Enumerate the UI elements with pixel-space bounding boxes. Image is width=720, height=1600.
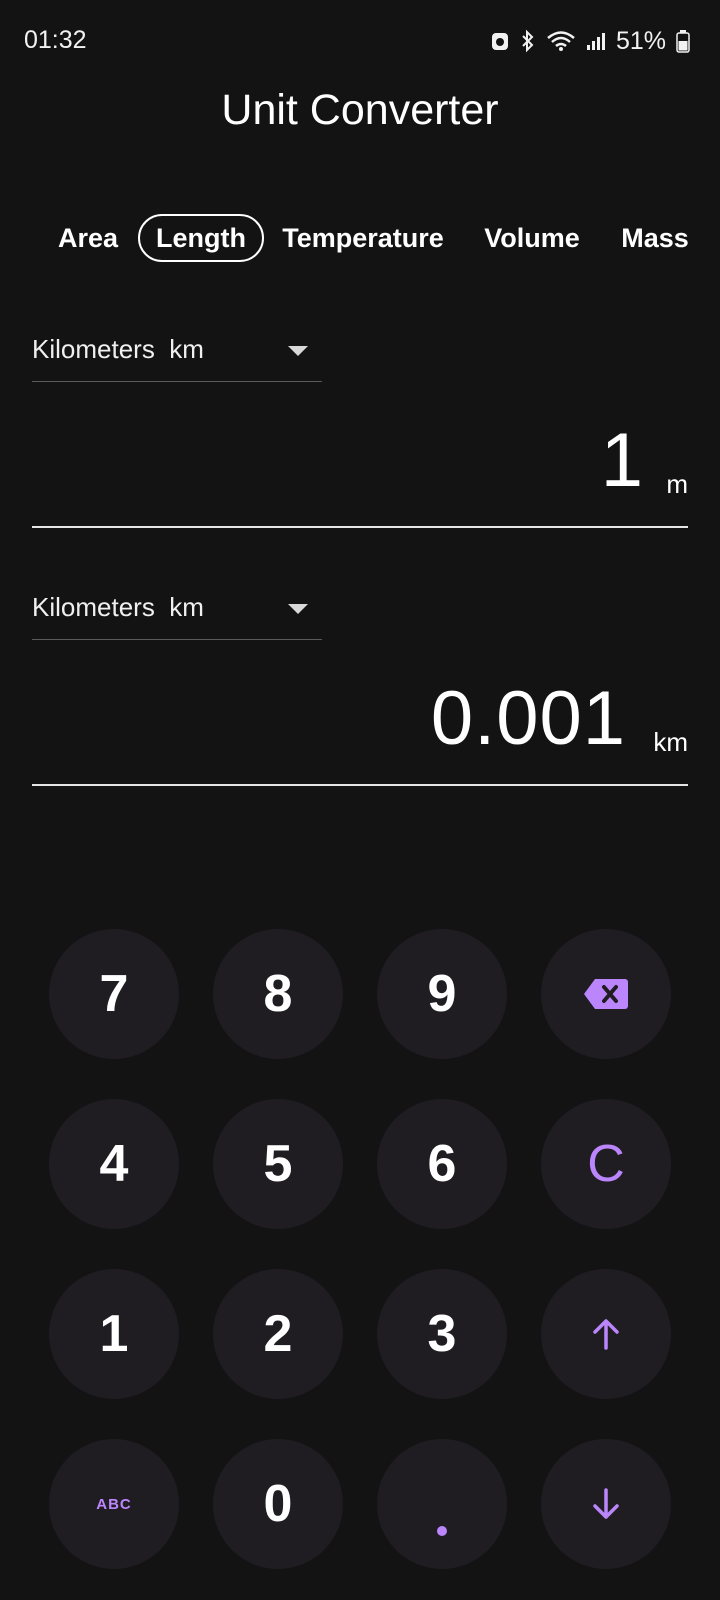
- to-unit-label: Kilometers km: [32, 592, 204, 622]
- from-value: 1: [600, 418, 644, 503]
- key-0[interactable]: 0: [213, 1439, 343, 1569]
- arrow-down-icon: [591, 1474, 621, 1534]
- app-title: Unit Converter: [221, 86, 499, 134]
- clear-button[interactable]: C: [541, 1099, 671, 1229]
- status-bar: 01:32 51%: [0, 0, 720, 84]
- to-unit-suffix: km: [653, 727, 688, 757]
- to-value: 0.001: [430, 676, 626, 761]
- status-time: 01:32: [24, 26, 87, 54]
- app-notification-icon: [490, 30, 510, 52]
- key-8[interactable]: 8: [213, 929, 343, 1059]
- key-6[interactable]: 6: [377, 1099, 507, 1229]
- tab-volume[interactable]: Volume: [472, 214, 592, 262]
- chevron-down-icon: [288, 604, 308, 614]
- from-unit-label: Kilometers km: [32, 334, 204, 364]
- key-1[interactable]: 1: [49, 1269, 179, 1399]
- key-5[interactable]: 5: [213, 1099, 343, 1229]
- from-unit-suffix: m: [666, 469, 688, 499]
- key-9[interactable]: 9: [377, 929, 507, 1059]
- battery-icon: [676, 29, 690, 53]
- category-tabs: Area Length Temperature Volume Mass: [0, 210, 720, 266]
- signal-icon: [586, 31, 606, 51]
- key-7[interactable]: 7: [49, 929, 179, 1059]
- backspace-button[interactable]: [541, 929, 671, 1059]
- chevron-down-icon: [288, 346, 308, 356]
- arrow-up-icon: [591, 1304, 621, 1364]
- bluetooth-icon: [520, 29, 536, 53]
- backspace-icon: [583, 964, 629, 1024]
- key-3[interactable]: 3: [377, 1269, 507, 1399]
- tab-length[interactable]: Length: [138, 214, 264, 262]
- abc-label: ABC: [96, 1495, 132, 1513]
- decimal-point-button[interactable]: .: [377, 1439, 507, 1569]
- to-value-field[interactable]: 0.001 km: [32, 676, 688, 786]
- decimal-dot-icon: [437, 1526, 447, 1536]
- abc-keyboard-button[interactable]: ABC: [49, 1439, 179, 1569]
- battery-level: 51%: [615, 26, 666, 55]
- tab-temperature[interactable]: Temperature: [278, 214, 448, 262]
- key-4[interactable]: 4: [49, 1099, 179, 1229]
- key-2[interactable]: 2: [213, 1269, 343, 1399]
- from-unit-dropdown[interactable]: Kilometers km: [32, 322, 322, 382]
- tab-mass[interactable]: Mass: [612, 214, 698, 262]
- from-value-field[interactable]: 1 m: [32, 418, 688, 528]
- tab-area[interactable]: Area: [48, 214, 128, 262]
- to-unit-dropdown[interactable]: Kilometers km: [32, 580, 322, 640]
- wifi-icon: [546, 30, 576, 52]
- move-up-button[interactable]: [541, 1269, 671, 1399]
- status-icons: 51%: [490, 26, 690, 56]
- move-down-button[interactable]: [541, 1439, 671, 1569]
